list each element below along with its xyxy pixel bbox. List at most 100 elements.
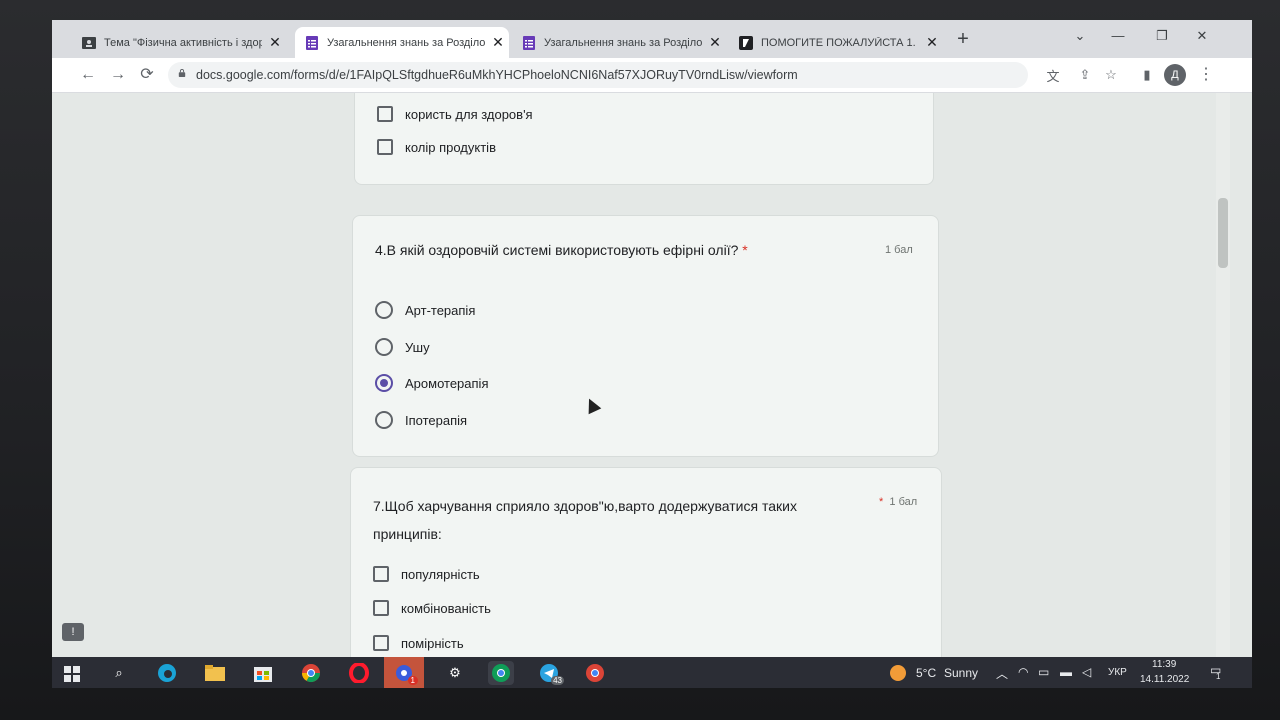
- question-card-4: 4.В якій оздоровчій системі використовую…: [352, 215, 939, 457]
- tab-3-close-icon[interactable]: ✕: [708, 34, 722, 51]
- tab-2[interactable]: Узагальнення знань за Розділо ✕: [295, 27, 509, 58]
- notification-center-icon[interactable]: ▭ 1: [1210, 663, 1221, 681]
- browser-toolbar: ← → ⟳ docs.google.com/forms/d/e/1FAIpQLS…: [52, 58, 1252, 93]
- clock-date[interactable]: 14.11.2022: [1140, 674, 1189, 685]
- required-asterisk: *: [879, 496, 884, 508]
- volume-icon[interactable]: ◁: [1082, 665, 1091, 679]
- radio-button-checked[interactable]: [375, 374, 393, 392]
- opera-icon[interactable]: [346, 661, 372, 685]
- settings-gear-icon[interactable]: ⚙: [442, 661, 468, 685]
- radio-button[interactable]: [375, 338, 393, 356]
- checkbox[interactable]: [377, 106, 393, 122]
- checkbox-option[interactable]: помірність: [373, 635, 464, 651]
- tab-2-close-icon[interactable]: ✕: [491, 34, 505, 51]
- chrome-profile-icon[interactable]: [488, 661, 514, 685]
- question-card-7: 7.Щоб харчування сприяло здоров"ю,варто …: [350, 467, 942, 657]
- classroom-icon: [82, 36, 96, 49]
- tab-1[interactable]: Тема "Фізична активність і здор ✕: [72, 27, 292, 58]
- url-text: docs.google.com/forms/d/e/1FAIpQLSftgdhu…: [196, 68, 798, 82]
- tab-3-title: Узагальнення знань за Розділо: [544, 36, 702, 49]
- tab-4-close-icon[interactable]: ✕: [925, 34, 939, 51]
- question-7-title: 7.Щоб харчування сприяло здоров"ю,варто …: [373, 498, 797, 542]
- option-label: Арт-терапія: [405, 302, 476, 318]
- clock-time[interactable]: 11:39: [1152, 659, 1176, 670]
- option-label: Іпотерапія: [405, 412, 468, 428]
- option-label: Аромотерапія: [405, 375, 489, 391]
- side-panel-icon[interactable]: ▮: [1138, 67, 1156, 83]
- screen: Тема "Фізична активність і здор ✕ Узагал…: [52, 20, 1252, 688]
- question-4-points: 1 бал: [885, 244, 913, 256]
- telegram-icon[interactable]: 43: [536, 661, 564, 685]
- form-page: користь для здоров'я колір продуктів 4.В…: [52, 93, 1252, 657]
- restore-icon[interactable]: ❐: [1152, 28, 1172, 44]
- display-icon[interactable]: ▭: [1038, 665, 1049, 679]
- radio-option[interactable]: Іпотерапія: [375, 411, 467, 429]
- store-icon[interactable]: [250, 661, 276, 685]
- weather-condition: Sunny: [944, 666, 979, 680]
- edge-icon[interactable]: [154, 661, 180, 685]
- page-scrollbar[interactable]: [1216, 93, 1230, 657]
- feedback-icon[interactable]: !: [62, 623, 84, 641]
- windows-start-icon[interactable]: [64, 666, 80, 682]
- checkbox[interactable]: [373, 635, 389, 651]
- option-label: популярність: [401, 566, 480, 582]
- question-card-prev: користь для здоров'я колір продуктів: [354, 93, 934, 185]
- share-icon[interactable]: ⇪: [1076, 67, 1094, 83]
- znanija-icon: [739, 35, 753, 50]
- opera-gx-taskbar-button[interactable]: 1: [384, 657, 424, 688]
- checkbox[interactable]: [373, 600, 389, 616]
- option-label: комбінованість: [401, 600, 491, 616]
- weather-sun-icon: [890, 665, 906, 681]
- windows-taskbar: ⌕ 1 ⚙ 43 5°C Sunny ︿ ◠ ▭ ▬ ◁ УКР 11:39 1…: [52, 657, 1252, 688]
- radio-option-selected[interactable]: Аромотерапія: [375, 374, 488, 392]
- checkbox-option[interactable]: комбінованість: [373, 600, 491, 616]
- weather-temperature: 5°C: [916, 666, 937, 680]
- tray-chevron-icon[interactable]: ︿: [996, 665, 1008, 682]
- close-window-icon[interactable]: ✕: [1192, 28, 1212, 44]
- checkbox-option[interactable]: користь для здоров'я: [377, 106, 533, 122]
- language-indicator[interactable]: УКР: [1108, 667, 1127, 678]
- radio-option[interactable]: Арт-терапія: [375, 301, 475, 319]
- points-text: 1 бал: [889, 496, 918, 508]
- back-arrow-icon[interactable]: ←: [78, 65, 98, 85]
- tab-3[interactable]: Узагальнення знань за Розділо ✕: [512, 27, 726, 58]
- radio-button[interactable]: [375, 411, 393, 429]
- profile-avatar[interactable]: Д: [1164, 64, 1186, 86]
- forms-icon: [523, 35, 535, 50]
- new-tab-button[interactable]: +: [952, 28, 974, 50]
- minimize-icon[interactable]: —: [1108, 28, 1128, 43]
- wifi-icon[interactable]: ◠: [1018, 665, 1028, 679]
- tab-search-chevron-icon[interactable]: ⌄: [1070, 28, 1090, 44]
- chrome-beta-icon[interactable]: [582, 661, 608, 685]
- checkbox-option[interactable]: популярність: [373, 566, 480, 582]
- kebab-menu-icon[interactable]: ⋮: [1198, 64, 1214, 84]
- scrollbar-thumb[interactable]: [1218, 198, 1228, 268]
- search-icon[interactable]: ⌕: [106, 661, 132, 685]
- tab-strip: Тема "Фізична активність і здор ✕ Узагал…: [52, 20, 1252, 58]
- checkbox[interactable]: [373, 566, 389, 582]
- reload-icon[interactable]: ⟳: [137, 65, 157, 85]
- forms-icon: [306, 35, 318, 50]
- tab-1-close-icon[interactable]: ✕: [268, 34, 282, 51]
- checkbox-option[interactable]: колір продуктів: [377, 139, 496, 155]
- bookmark-star-icon[interactable]: ☆: [1102, 67, 1120, 83]
- notification-badge: 43: [551, 676, 564, 685]
- tab-4[interactable]: ПОМОГИТЕ ПОЖАЛУЙСТА 1. У ✕: [729, 27, 943, 58]
- radio-option[interactable]: Ушу: [375, 338, 430, 356]
- lock-icon: [178, 69, 186, 77]
- radio-button[interactable]: [375, 301, 393, 319]
- file-explorer-icon[interactable]: [202, 661, 228, 685]
- tab-2-title: Узагальнення знань за Розділо: [327, 36, 485, 49]
- required-asterisk: *: [742, 242, 748, 258]
- option-label: помірність: [401, 635, 464, 651]
- battery-icon[interactable]: ▬: [1060, 665, 1072, 679]
- question-7-points: * 1 бал: [879, 496, 917, 508]
- tab-1-title: Тема "Фізична активність і здор: [104, 36, 262, 49]
- question-4-title: 4.В якій оздоровчій системі використовую…: [375, 236, 748, 264]
- checkbox[interactable]: [377, 139, 393, 155]
- forward-arrow-icon[interactable]: →: [108, 65, 128, 85]
- address-bar[interactable]: docs.google.com/forms/d/e/1FAIpQLSftgdhu…: [168, 62, 1060, 88]
- translate-icon[interactable]: 文: [1044, 66, 1062, 85]
- chrome-icon[interactable]: [298, 661, 324, 685]
- option-label: Ушу: [405, 339, 430, 355]
